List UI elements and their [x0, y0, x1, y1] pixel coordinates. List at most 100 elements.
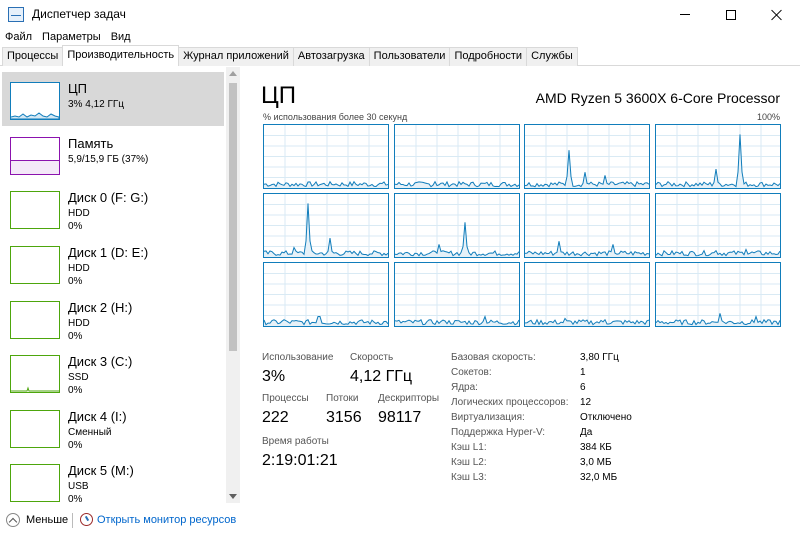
close-button[interactable] — [754, 0, 800, 29]
maximize-icon — [726, 9, 736, 20]
spec-value: 384 КБ — [580, 442, 612, 453]
spec-value: 3,0 МБ — [580, 457, 612, 468]
cpu-usage-trace — [394, 263, 519, 326]
sidebar-item-type: SSD — [68, 372, 89, 383]
tab-performance[interactable]: Производительность — [62, 45, 180, 66]
chevron-up-icon[interactable] — [6, 513, 20, 527]
scroll-down-icon[interactable] — [229, 494, 237, 499]
cpu-usage-trace — [525, 194, 649, 257]
usage-label: Использование — [262, 352, 334, 363]
maximize-button[interactable] — [708, 0, 754, 29]
sidebar-item-disk4[interactable]: Диск 4 (I:) Сменный 0% — [2, 400, 224, 454]
tab-services[interactable]: Службы — [526, 47, 578, 66]
spec-value: Да — [580, 427, 593, 438]
sidebar-item-memory[interactable]: Память 5,9/15,9 ГБ (37%) — [2, 127, 224, 181]
disk-thumbnail-graph — [10, 410, 60, 448]
sidebar-scrollbar[interactable] — [226, 67, 240, 503]
disk-thumbnail-graph — [10, 464, 60, 502]
sidebar-item-usage: 0% — [68, 221, 83, 232]
logical-processor-graph — [263, 124, 389, 189]
sidebar-item-usage: 0% — [68, 385, 83, 396]
cpu-model-name: AMD Ryzen 5 3600X 6-Core Processor — [535, 90, 780, 106]
sidebar-item-name: Диск 0 (F: G:) — [68, 190, 149, 205]
spec-key: Кэш L2: — [451, 457, 487, 468]
sidebar-item-disk5[interactable]: Диск 5 (M:) USB 0% — [2, 454, 224, 508]
minimize-icon — [680, 14, 690, 15]
sidebar-item-cpu[interactable]: ЦП 3% 4,12 ГГц — [2, 72, 224, 126]
cpu-usage-trace — [525, 125, 649, 188]
fewer-details-button[interactable]: Меньше — [26, 514, 68, 526]
speed-value: 4,12 ГГц — [350, 368, 413, 385]
logical-processor-graph — [263, 193, 389, 258]
page-title: ЦП — [261, 82, 297, 109]
tab-users[interactable]: Пользователи — [368, 47, 451, 66]
disk-thumbnail-graph — [10, 355, 60, 393]
sidebar-item-type: HDD — [68, 208, 90, 219]
close-icon — [771, 9, 783, 21]
sidebar-item-disk0[interactable]: Диск 0 (F: G:) HDD 0% — [2, 181, 224, 235]
sidebar-item-name: Диск 1 (D: E:) — [68, 245, 149, 260]
scrollbar-thumb[interactable] — [229, 83, 237, 351]
tab-app-history[interactable]: Журнал приложений — [178, 47, 294, 66]
menu-options[interactable]: Параметры — [37, 29, 106, 45]
threads-value: 3156 — [326, 409, 362, 426]
logical-processor-graph — [524, 124, 650, 189]
cpu-usage-trace — [264, 263, 388, 326]
scroll-up-icon[interactable] — [229, 71, 237, 76]
sidebar-item-disk3[interactable]: Диск 3 (C:) SSD 0% — [2, 345, 224, 399]
sidebar-item-type: HDD — [68, 318, 90, 329]
sidebar-item-usage: 0% — [68, 331, 83, 342]
spec-key: Ядра: — [451, 382, 478, 393]
open-resource-monitor-link[interactable]: Открыть монитор ресурсов — [97, 514, 236, 526]
cpu-thumbnail-graph — [10, 82, 60, 120]
menu-view[interactable]: Вид — [106, 29, 136, 45]
disk-thumbnail-graph — [10, 191, 60, 229]
divider — [72, 513, 73, 528]
spec-key: Кэш L3: — [451, 472, 487, 483]
menu-bar: Файл Параметры Вид — [0, 29, 800, 45]
sidebar-item-disk1[interactable]: Диск 1 (D: E:) HDD 0% — [2, 236, 224, 290]
sidebar-item-name: ЦП — [68, 81, 87, 96]
spec-value: 6 — [580, 382, 586, 393]
sidebar-item-usage: 0% — [68, 276, 83, 287]
logical-processor-graph — [654, 262, 781, 327]
logical-processor-graph — [393, 262, 520, 327]
sidebar-item-type: Сменный — [68, 427, 112, 438]
spec-key: Логических процессоров: — [451, 397, 569, 408]
cpu-usage-trace — [525, 263, 649, 326]
cpu-usage-trace — [655, 125, 780, 188]
spec-key: Базовая скорость: — [451, 352, 536, 363]
sidebar-item-disk2[interactable]: Диск 2 (H:) HDD 0% — [2, 291, 224, 345]
logical-processor-graph — [393, 193, 520, 258]
memory-thumbnail-graph — [10, 137, 60, 175]
menu-file[interactable]: Файл — [0, 29, 37, 45]
speed-label: Скорость — [350, 352, 394, 363]
spec-key: Кэш L1: — [451, 442, 487, 453]
sidebar-item-name: Диск 5 (M:) — [68, 463, 134, 478]
tab-startup[interactable]: Автозагрузка — [292, 47, 370, 66]
logical-processor-graph — [524, 193, 650, 258]
disk-thumbnail-graph — [10, 246, 60, 284]
resource-monitor-icon[interactable] — [80, 513, 93, 526]
logical-processor-graph — [524, 262, 650, 327]
logical-processor-graph — [263, 262, 389, 327]
sidebar-item-name: Диск 3 (C:) — [68, 354, 133, 369]
spec-value: 1 — [580, 367, 586, 378]
sidebar-item-name: Диск 2 (H:) — [68, 300, 133, 315]
cpu-usage-trace — [264, 125, 388, 188]
minimize-button[interactable] — [662, 0, 708, 29]
cpu-usage-trace — [655, 263, 780, 326]
handles-label: Дескрипторы — [378, 393, 440, 404]
resource-list: ЦП 3% 4,12 ГГц Память 5,9/15,9 ГБ (37%) … — [0, 67, 242, 505]
spec-value: 3,80 ГГц — [580, 352, 619, 363]
sidebar-item-name: Память — [68, 136, 114, 151]
tab-details[interactable]: Подробности — [449, 47, 528, 66]
tab-processes[interactable]: Процессы — [2, 47, 64, 66]
spec-value: Отключено — [580, 412, 632, 423]
cpu-detail-panel: ЦП AMD Ryzen 5 3600X 6-Core Processor % … — [246, 67, 800, 503]
processes-label: Процессы — [262, 393, 309, 404]
logical-processor-graph — [654, 193, 781, 258]
footer-bar: Меньше Открыть монитор ресурсов — [0, 503, 800, 538]
cpu-usage-trace — [394, 125, 519, 188]
cpu-usage-trace — [264, 194, 388, 257]
